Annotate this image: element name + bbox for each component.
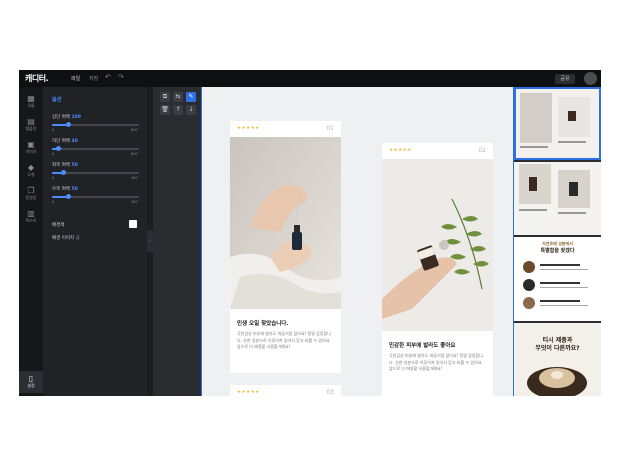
slider-handle[interactable] <box>61 170 66 175</box>
review-card[interactable]: ★★★★★ 03 <box>230 385 341 396</box>
pencil-icon[interactable]: ✎ <box>186 92 196 102</box>
menu-file[interactable]: 파일 <box>71 75 80 82</box>
rating-stars: ★★★★★ <box>237 126 260 131</box>
slider-handle[interactable] <box>66 194 71 199</box>
bg-color-label: 배경색 <box>52 223 65 228</box>
page-thumbnails: 자연유래 성분에서 특별함을 찾겠다 티시 제품과 무엇이 다른까요? <box>514 87 601 396</box>
review-card[interactable]: ★★★★★ 01 민생 오일 찾았습니다. 극민감성 피부에 발라도 따끔거림 … <box>230 121 341 373</box>
card-title: 민감한 피부에 발라도 좋아요 <box>389 343 456 349</box>
rail-item-video[interactable]: ❐ 동영상 <box>19 183 43 205</box>
product-photo[interactable] <box>382 159 493 331</box>
product-photo[interactable] <box>230 137 341 309</box>
card-title: 민생 오일 찾았습니다. <box>237 321 289 327</box>
panel-title: 옵션 <box>52 97 62 103</box>
selection-edge-left <box>201 87 202 396</box>
left-rail: ▦ 모듈 ▤ 템플릿 ▣ 이미지 ◆ 도형 ❐ 동영상 ▥ 텍스트 ▯ 설정 <box>19 87 43 396</box>
rail-item-images[interactable]: ▣ 이미지 <box>19 137 43 159</box>
bg-color-swatch[interactable] <box>129 220 137 228</box>
card-number: 01 <box>326 125 334 132</box>
slider-label-top: 상단 여백 100 <box>52 115 81 120</box>
share-button[interactable]: 공유 <box>555 74 575 84</box>
shapes-icon: ◆ <box>27 163 35 172</box>
canvas[interactable]: ★★★★★ 01 민생 오일 찾았습니다. 극민감성 피부에 발라도 따끔거림 … <box>201 87 514 396</box>
thumbnail-page-2[interactable] <box>514 162 601 235</box>
slider-left-margin[interactable] <box>52 170 139 175</box>
rail-item-text[interactable]: ▥ 텍스트 <box>19 206 43 228</box>
layers-icon: ▤ <box>27 117 35 126</box>
text-icon: ▥ <box>27 209 35 218</box>
redo-icon[interactable]: ↷ <box>118 73 124 81</box>
arrow-up-icon[interactable]: ↑ <box>173 105 183 115</box>
slider-label-bottom: 하단 여백 40 <box>52 139 78 144</box>
slider-bottom-margin[interactable] <box>52 146 139 151</box>
document-icon: ▯ <box>28 374 34 383</box>
slider-top-margin[interactable] <box>52 122 139 127</box>
rating-stars: ★★★★★ <box>389 148 412 153</box>
image-icon: ▣ <box>27 140 35 149</box>
slider-handle[interactable] <box>66 122 71 127</box>
app-logo: 캐디터. <box>25 74 49 83</box>
slider-label-right: 우측 여백 50 <box>52 187 78 192</box>
slider-right-margin[interactable] <box>52 194 139 199</box>
undo-icon[interactable]: ↶ <box>105 73 111 81</box>
options-panel: 옵션 상단 여백 100 0 600 하단 여백 40 0 600 좌측 여백 … <box>43 87 147 396</box>
crop-icon[interactable]: ⧉ <box>160 92 170 102</box>
slider-handle[interactable] <box>56 146 61 151</box>
rail-item-templates[interactable]: ▤ 템플릿 <box>19 114 43 136</box>
avatar[interactable] <box>584 72 597 85</box>
arrow-down-icon[interactable]: ↓ <box>186 105 196 115</box>
card-number: 03 <box>326 389 334 396</box>
editor-app: 캐디터. 파일 저장 ↶ ↷ 공유 ▦ 모듈 ▤ 템플릿 ▣ 이미지 ◆ 도형 … <box>19 70 601 396</box>
rail-item-shapes[interactable]: ◆ 도형 <box>19 160 43 182</box>
grid-icon: ▦ <box>27 94 35 103</box>
menu-save[interactable]: 저장 <box>89 75 98 82</box>
thumbnail-page-4[interactable]: 티시 제품과 무엇이 다른까요? <box>514 323 601 396</box>
trash-icon[interactable]: 🗑 <box>160 105 170 115</box>
bg-image-row[interactable]: 배경 이미지 끔 <box>52 235 80 241</box>
rail-item-settings[interactable]: ▯ 설정 <box>19 371 43 393</box>
slider-label-left: 좌측 여백 50 <box>52 163 78 168</box>
tool-strip: ⧉ ⇆ ✎ 🗑 ↑ ↓ <box>153 87 201 396</box>
thumbnail-page-3[interactable]: 자연유래 성분에서 특별함을 찾겠다 <box>514 237 601 321</box>
swap-icon[interactable]: ⇆ <box>173 92 183 102</box>
thumbnail-page-1[interactable] <box>514 87 601 160</box>
rating-stars: ★★★★★ <box>237 390 260 395</box>
rail-item-modules[interactable]: ▦ 모듈 <box>19 91 43 113</box>
card-body: 극민감성 피부에 발라도 따끔거림 없어요! 정말 감동합니다. 순한 성분으로… <box>237 331 331 349</box>
copy-icon: ❐ <box>27 186 35 195</box>
review-card[interactable]: ★★★★★ 02 민감한 피부에 발라도 좋아요 극민감성 피부에 발라도 따끔… <box>382 143 493 396</box>
card-body: 극민감성 피부에 발라도 따끔거림 없어요! 정말 감동합니다. 순한 성분으로… <box>389 353 483 371</box>
top-bar: 캐디터. 파일 저장 ↶ ↷ 공유 <box>19 70 601 87</box>
card-number: 02 <box>478 147 486 154</box>
